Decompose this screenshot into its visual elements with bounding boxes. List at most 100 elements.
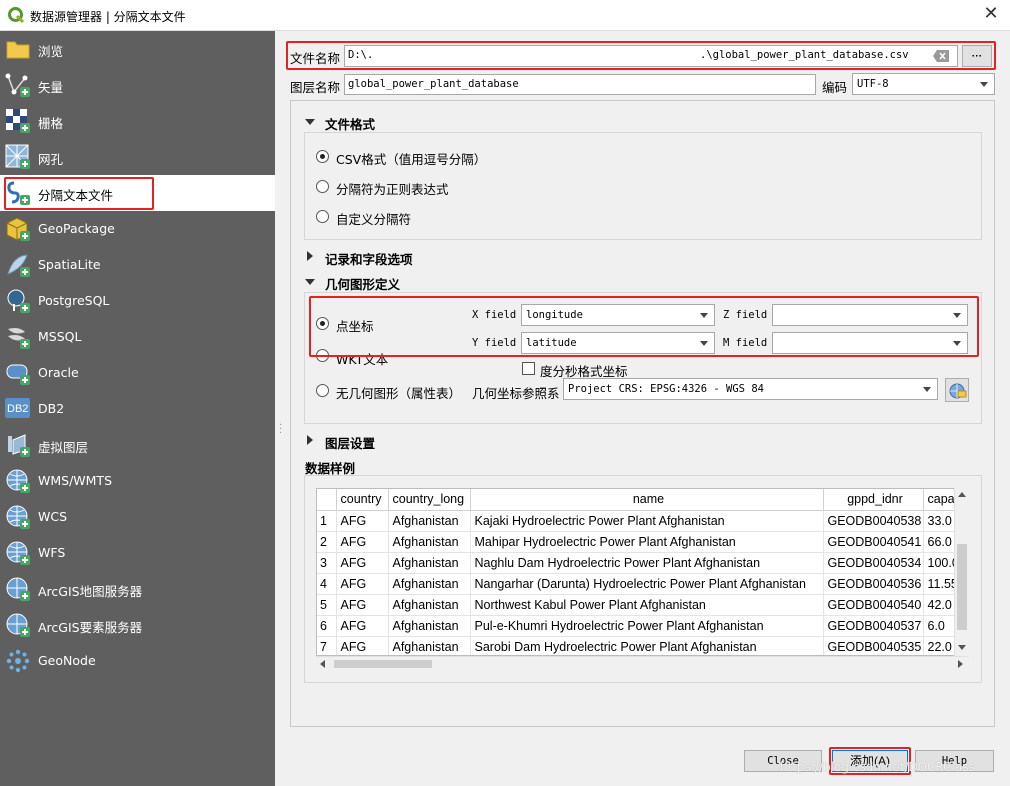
y-field-select[interactable]: latitude <box>521 332 715 354</box>
table-cell: Northwest Kabul Power Plant Afghanistan <box>470 594 824 616</box>
z-field-select[interactable] <box>772 304 968 326</box>
file-name-label: 文件名称 <box>290 51 341 66</box>
clear-input-icon[interactable] <box>933 50 949 62</box>
radio-point-label[interactable]: 点坐标 <box>336 316 374 335</box>
radio-wkt[interactable] <box>316 349 329 362</box>
table-cell: Afghanistan <box>388 636 471 655</box>
row-number-cell: 3 <box>317 552 337 574</box>
expand-triangle-icon[interactable] <box>307 435 313 445</box>
title-bar: 数据源管理器 | 分隔文本文件 ✕ <box>0 0 1010 31</box>
close-window-button[interactable]: ✕ <box>980 4 1002 26</box>
sidebar: 浏览 矢量 栅格 网孔 分隔文本文件 GeoPackage SpatiaLite… <box>0 31 275 786</box>
records-fields-heading[interactable]: 记录和字段选项 <box>325 249 413 268</box>
crs-label: 几何坐标参照系 <box>472 386 560 401</box>
table-row[interactable]: 5 AFG Afghanistan Northwest Kabul Power Pla… <box>317 594 964 616</box>
table-cell: GEODB0040540 <box>823 594 924 616</box>
table-cell: GEODB0040536 <box>823 573 924 595</box>
splitter-handle[interactable]: · · · <box>279 421 283 439</box>
sidebar-item-wms[interactable]: WMS/WMTS <box>0 463 275 499</box>
encoding-select[interactable]: UTF-8 <box>852 73 995 95</box>
table-row[interactable]: 4 AFG Afghanistan Nangarhar (Darunta) Hydro… <box>317 573 964 595</box>
m-field-select[interactable] <box>772 332 968 354</box>
table-cell: AFG <box>336 594 389 616</box>
splitter[interactable] <box>275 31 290 786</box>
sidebar-item-spatialite[interactable]: SpatiaLite <box>0 247 275 283</box>
table-row[interactable]: 3 AFG Afghanistan Naghlu Dam Hydroelectric … <box>317 552 964 574</box>
file-path-input[interactable]: D:\. .\global_power_plant_database.csv <box>344 45 958 67</box>
chevron-down-icon <box>980 82 988 87</box>
db2-icon: DB2 <box>5 398 30 418</box>
table-cell: GEODB0040535 <box>823 636 924 655</box>
table-row[interactable]: 7 AFG Afghanistan Sarobi Dam Hydroelectric … <box>317 636 964 655</box>
sidebar-item-geopackage[interactable]: GeoPackage <box>0 211 275 247</box>
scroll-down-icon[interactable] <box>958 645 966 650</box>
radio-custom[interactable] <box>316 210 329 223</box>
sidebar-item-mesh[interactable]: 网孔 <box>0 139 275 175</box>
radio-regex[interactable] <box>316 180 329 193</box>
table-cell: Pul-e-Khumri Hydroelectric Power Plant A… <box>470 615 824 637</box>
table-cell: Afghanistan <box>388 531 471 553</box>
x-field-label: X field <box>472 309 517 321</box>
radio-point-coordinates[interactable] <box>316 317 329 330</box>
vertical-scrollbar[interactable] <box>954 488 969 656</box>
scroll-right-icon[interactable] <box>958 660 963 668</box>
crs-select[interactable]: Project CRS: EPSG:4326 - WGS 84 <box>563 378 938 400</box>
column-header[interactable]: gppd_idnr <box>823 489 924 511</box>
crs-selector-button[interactable] <box>945 378 969 402</box>
horizontal-scrollbar[interactable] <box>316 656 969 671</box>
oracle-icon <box>6 364 30 385</box>
sidebar-item-wfs[interactable]: WFS <box>0 535 275 571</box>
sample-data-table[interactable]: country country_long name gppd_idnr capa… <box>316 488 969 656</box>
virtual-layer-icon <box>8 434 30 457</box>
table-row[interactable]: 1 AFG Afghanistan Kajaki Hydroelectric Powe… <box>317 510 964 532</box>
sidebar-item-vector[interactable]: 矢量 <box>0 67 275 103</box>
sidebar-item-postgresql[interactable]: PostgreSQL <box>0 283 275 319</box>
sidebar-item-arcgis-map[interactable]: ArcGIS地图服务器 <box>0 571 275 607</box>
radio-csv[interactable] <box>316 150 329 163</box>
x-field-select[interactable]: longitude <box>521 304 715 326</box>
layer-name-input[interactable]: global_power_plant_database <box>344 74 816 95</box>
scroll-left-icon[interactable] <box>320 660 325 668</box>
layer-settings-heading[interactable]: 图层设置 <box>325 433 375 452</box>
table-row[interactable]: 6 AFG Afghanistan Pul-e-Khumri Hydroelectri… <box>317 615 964 637</box>
collapse-triangle-icon[interactable] <box>305 119 315 125</box>
z-field-label: Z field <box>723 309 768 321</box>
collapse-triangle-icon[interactable] <box>305 279 315 285</box>
row-number-cell: 1 <box>317 510 337 532</box>
column-header[interactable]: country_long <box>388 489 471 511</box>
table-row[interactable]: 2 AFG Afghanistan Mahipar Hydroelectric Pow… <box>317 531 964 553</box>
geometry-definition-heading[interactable]: 几何图形定义 <box>325 274 400 293</box>
horizontal-scroll-thumb[interactable] <box>334 660 432 668</box>
radio-custom-label[interactable]: 自定义分隔符 <box>336 209 411 228</box>
table-cell: Kajaki Hydroelectric Power Plant Afghani… <box>470 510 824 532</box>
file-format-heading[interactable]: 文件格式 <box>325 114 375 133</box>
vector-icon <box>5 73 30 97</box>
sidebar-item-browser[interactable]: 浏览 <box>0 31 275 67</box>
radio-no-geometry-label[interactable]: 无几何图形（属性表） <box>336 383 461 402</box>
scroll-up-icon[interactable] <box>958 492 966 497</box>
sidebar-item-arcgis-feature[interactable]: ArcGIS要素服务器 <box>0 607 275 643</box>
radio-csv-label[interactable]: CSV格式（值用逗号分隔） <box>336 149 486 168</box>
radio-regex-label[interactable]: 分隔符为正则表达式 <box>336 179 449 198</box>
browse-file-button[interactable]: ··· <box>962 45 992 67</box>
sidebar-item-geonode[interactable]: GeoNode <box>0 643 275 679</box>
column-header[interactable]: country <box>336 489 389 511</box>
radio-no-geometry[interactable] <box>316 384 329 397</box>
vertical-scroll-thumb[interactable] <box>957 544 967 630</box>
table-cell: Naghlu Dam Hydroelectric Power Plant Afg… <box>470 552 824 574</box>
column-header[interactable]: name <box>470 489 824 511</box>
sidebar-item-virtual-layer[interactable]: 虚拟图层 <box>0 427 275 463</box>
watermark-text: https://blog.csdn.net/DOCRClass <box>780 760 975 774</box>
sidebar-item-raster[interactable]: 栅格 <box>0 103 275 139</box>
dms-checkbox[interactable] <box>522 362 535 375</box>
expand-triangle-icon[interactable] <box>307 251 313 261</box>
sidebar-item-db2[interactable]: DB2 DB2 <box>0 391 275 427</box>
table-cell: AFG <box>336 552 389 574</box>
sidebar-item-delimited-text[interactable]: 分隔文本文件 <box>0 175 275 211</box>
radio-wkt-label[interactable]: WKT文本 <box>336 349 388 368</box>
row-number-header <box>317 489 337 511</box>
sidebar-item-wcs[interactable]: WCS <box>0 499 275 535</box>
qgis-logo-icon <box>8 7 24 23</box>
sidebar-item-oracle[interactable]: Oracle <box>0 355 275 391</box>
sidebar-item-mssql[interactable]: MSSQL <box>0 319 275 355</box>
